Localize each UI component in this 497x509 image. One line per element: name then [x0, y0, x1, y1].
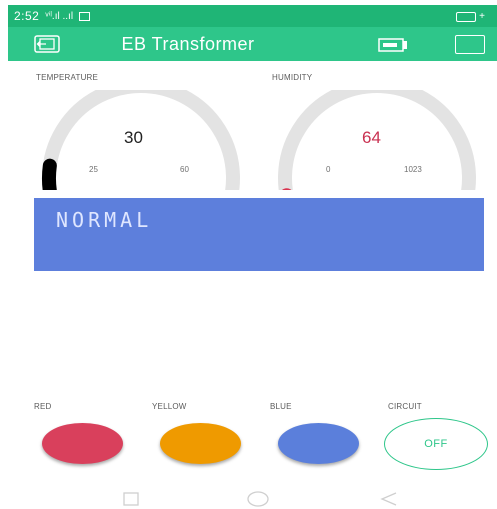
- home-icon[interactable]: [247, 491, 269, 507]
- temperature-min: 25: [89, 165, 98, 174]
- blue-button-label: BLUE: [270, 402, 292, 411]
- recent-apps-icon[interactable]: [123, 492, 139, 506]
- back-icon[interactable]: [380, 492, 397, 506]
- circuit-button-label: CIRCUIT: [388, 402, 422, 411]
- temperature-max: 60: [180, 165, 189, 174]
- battery-icon: +: [456, 11, 485, 22]
- signal-icon: ᵛⁱˡ.ıl ..ıl: [45, 10, 74, 22]
- circuit-state: OFF: [424, 438, 448, 450]
- red-button[interactable]: [42, 423, 123, 464]
- circuit-button[interactable]: OFF: [384, 418, 488, 470]
- humidity-max: 1023: [404, 165, 422, 174]
- humidity-value: 64: [362, 128, 381, 147]
- lcd-text: NORMAL: [56, 208, 153, 232]
- red-button-label: RED: [34, 402, 52, 411]
- temperature-value: 30: [124, 128, 143, 147]
- blue-button[interactable]: [278, 423, 359, 464]
- image-notification-icon: [79, 11, 91, 21]
- status-time: 2:52: [14, 9, 40, 23]
- temperature-label: TEMPERATURE: [36, 73, 99, 82]
- yellow-button[interactable]: [160, 423, 241, 464]
- humidity-min: 0: [326, 165, 331, 174]
- yellow-button-label: YELLOW: [152, 402, 187, 411]
- humidity-label: HUMIDITY: [272, 73, 313, 82]
- status-bar: 2:52 ᵛⁱˡ.ıl ..ıl +: [8, 5, 497, 27]
- app-bar: EB Transformer: [8, 27, 497, 61]
- navigation-bar: [123, 491, 397, 507]
- battery-charging-label: +: [479, 11, 485, 22]
- app-title: EB Transformer: [121, 34, 255, 54]
- lcd-display: NORMAL: [34, 198, 484, 271]
- device-icon[interactable]: [378, 36, 408, 52]
- play-stop-button[interactable]: [455, 35, 485, 54]
